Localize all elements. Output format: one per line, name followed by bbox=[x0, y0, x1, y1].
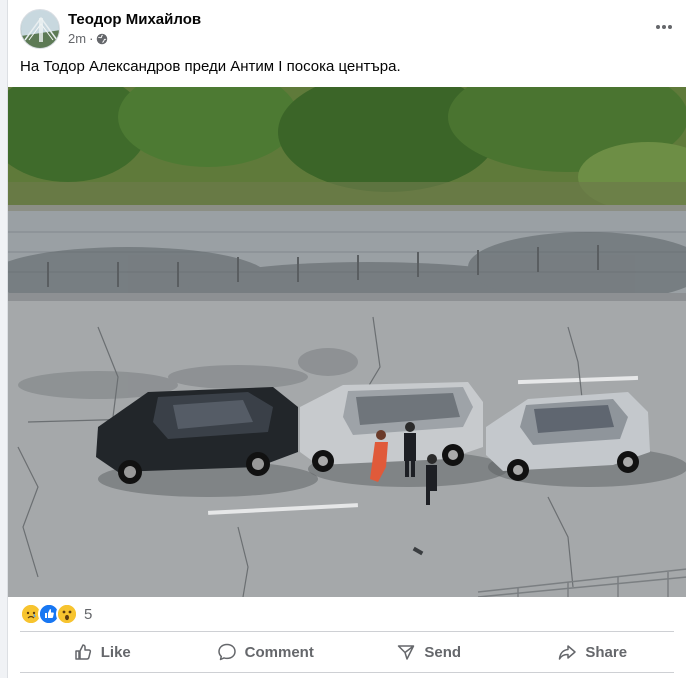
thumbs-up-icon bbox=[74, 644, 91, 660]
send-icon bbox=[398, 645, 415, 660]
post-timestamp[interactable]: 2m bbox=[68, 31, 86, 46]
like-button[interactable]: Like bbox=[20, 635, 184, 669]
accident-scene-image bbox=[8, 87, 686, 597]
post-actions: Like Comment Send Share bbox=[20, 635, 674, 669]
share-icon bbox=[559, 645, 577, 660]
send-label: Send bbox=[424, 643, 462, 661]
post-photo[interactable] bbox=[8, 87, 686, 597]
more-horizontal-icon bbox=[656, 25, 672, 29]
comment-button[interactable]: Comment bbox=[184, 635, 348, 669]
globe-icon[interactable] bbox=[96, 33, 108, 45]
more-options-button[interactable] bbox=[650, 13, 678, 41]
send-button[interactable]: Send bbox=[347, 635, 511, 669]
reactions-summary[interactable]: 5 bbox=[20, 603, 92, 625]
like-label: Like bbox=[100, 643, 131, 661]
silver-wagon bbox=[300, 382, 483, 472]
post-author-name[interactable]: Теодор Михайлов bbox=[68, 11, 201, 28]
wow-reaction-icon bbox=[56, 603, 78, 625]
share-button[interactable]: Share bbox=[511, 635, 675, 669]
bottom-divider bbox=[20, 672, 674, 673]
share-label: Share bbox=[585, 643, 628, 661]
reaction-count[interactable]: 5 bbox=[84, 606, 92, 623]
post-caption: На Тодор Александров преди Антим I посок… bbox=[20, 58, 401, 75]
divider bbox=[20, 631, 674, 632]
feed-post: Теодор Михайлов 2m · На Тодор Александро… bbox=[7, 0, 686, 678]
comment-label: Comment bbox=[244, 643, 314, 661]
avatar[interactable] bbox=[20, 9, 60, 49]
meta-separator: · bbox=[89, 31, 94, 46]
comment-icon bbox=[217, 643, 236, 661]
post-header: Теодор Михайлов 2m · bbox=[20, 9, 680, 49]
post-meta: 2m · bbox=[68, 31, 108, 46]
